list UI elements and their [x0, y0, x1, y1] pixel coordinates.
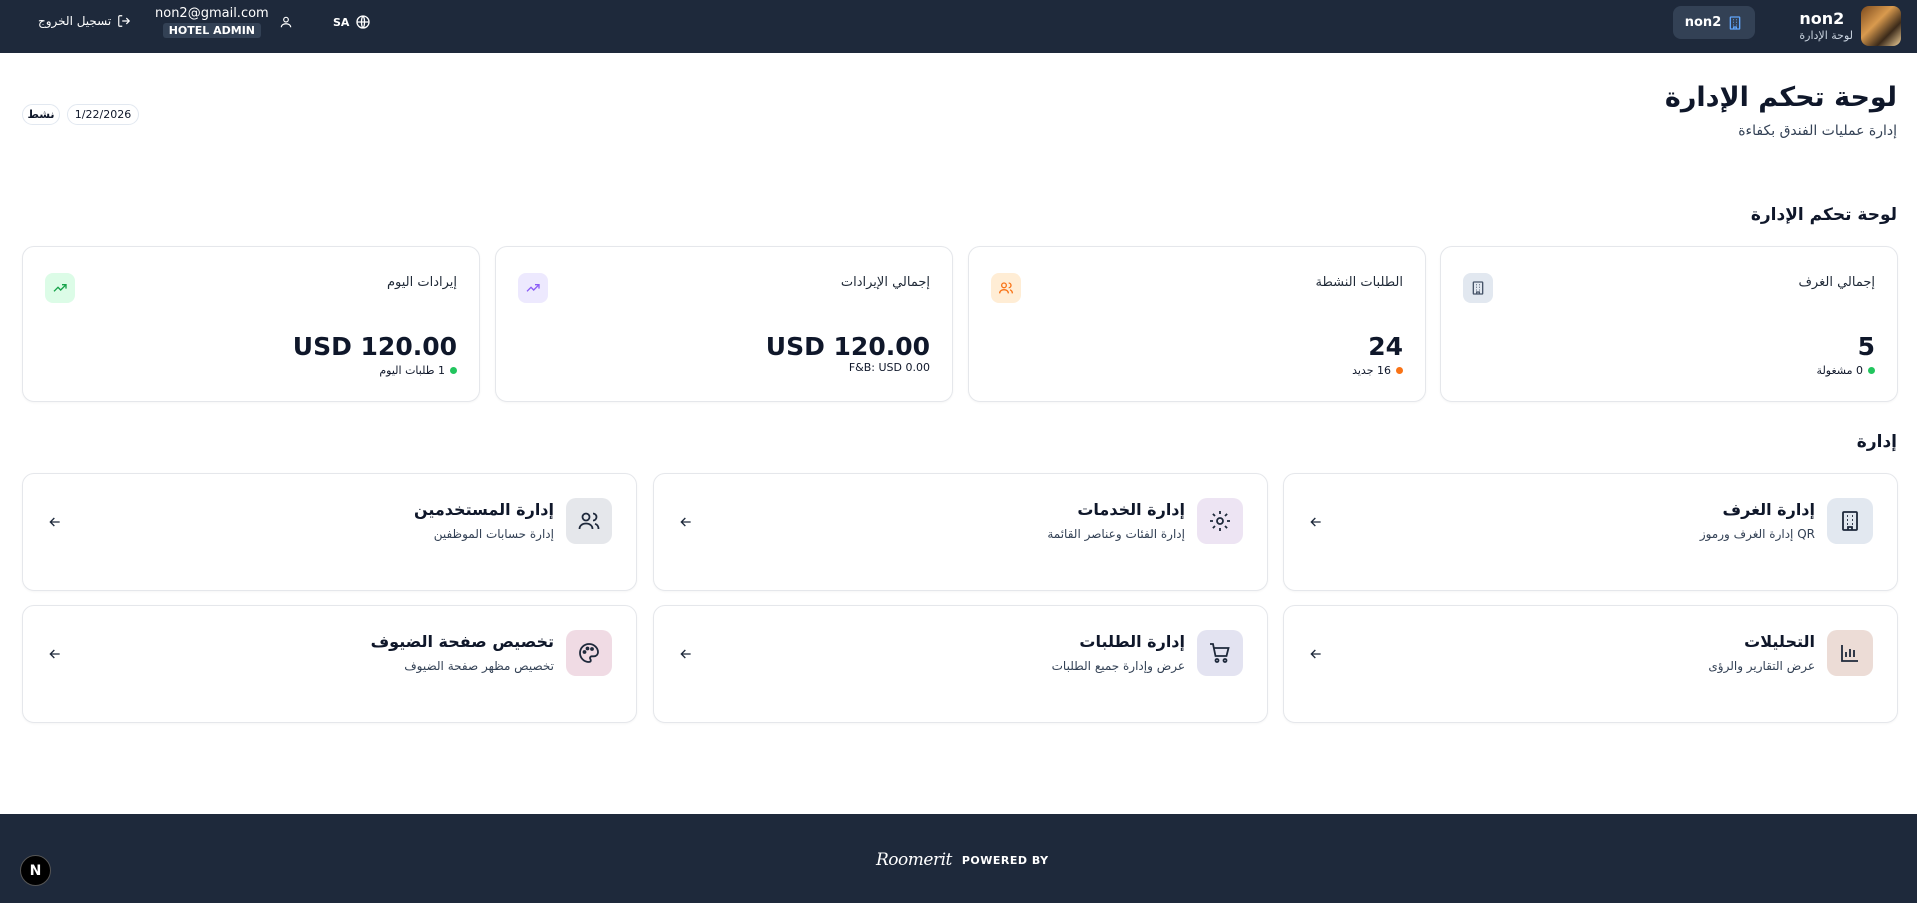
manage-services-card[interactable]: إدارة الخدمات إدارة الفئات وعناصر القائم…: [653, 473, 1268, 591]
dev-tools-badge[interactable]: N: [20, 855, 51, 886]
building-icon: [1463, 273, 1493, 303]
stat-label: إيرادات اليوم: [386, 275, 457, 290]
logout-label: تسجيل الخروج: [38, 14, 112, 28]
stat-subtext: 0 مشغولة: [1817, 364, 1875, 377]
stat-value: USD 120.00: [292, 332, 457, 361]
stat-value: 24: [1368, 332, 1403, 361]
stat-card-total-revenue: إجمالي الإيرادات USD 120.00 F&B: USD 0.0…: [495, 246, 953, 402]
hotel-switch-button[interactable]: non2: [1673, 6, 1755, 39]
card-description: عرض التقارير والرؤى: [1708, 659, 1815, 673]
palette-icon: [566, 630, 612, 676]
cart-icon: [1197, 630, 1243, 676]
stat-card-total-rooms: إجمالي الغرف 5 0 مشغولة: [1440, 246, 1898, 402]
stat-subtext-label: 0 مشغولة: [1816, 364, 1863, 377]
card-title: إدارة الخدمات: [1077, 500, 1185, 519]
stat-card-today-revenue: إيرادات اليوم USD 120.00 1 طلبات اليوم: [22, 246, 480, 402]
card-description: إدارة الفئات وعناصر القائمة: [1047, 527, 1185, 541]
stats-section-title: لوحة تحكم الإدارة: [1750, 205, 1897, 225]
trend-icon: [45, 273, 75, 303]
card-title: إدارة المستخدمين: [413, 500, 554, 519]
hotel-logo: [1861, 6, 1901, 46]
guest-page-customization-card[interactable]: تخصيص صفحة الضيوف تخصيص مظهر صفحة الضيوف: [22, 605, 637, 723]
user-role-badge: HOTEL ADMIN: [162, 23, 262, 38]
brand-subtitle: لوحة الإدارة: [1799, 29, 1853, 42]
analytics-card[interactable]: التحليلات عرض التقارير والرؤى: [1283, 605, 1898, 723]
card-title: تخصيص صفحة الضيوف: [370, 632, 554, 651]
status-dot: [450, 367, 457, 374]
stat-label: إجمالي الغرف: [1798, 275, 1875, 290]
stat-subtext: 16 جديد: [1352, 364, 1403, 377]
gear-icon: [1197, 498, 1243, 544]
trend-icon: [518, 273, 548, 303]
card-title: إدارة الطلبات: [1079, 632, 1185, 651]
user-email: non2@gmail.com: [155, 6, 269, 21]
management-section-title: إدارة: [1856, 432, 1897, 452]
bar-chart-icon: [1827, 630, 1873, 676]
stat-subtext-label: 16 جديد: [1352, 364, 1391, 377]
stat-subtext-label: 1 طلبات اليوم: [379, 364, 445, 377]
card-description: عرض وإدارة جميع الطلبات: [1051, 659, 1185, 673]
language-code: SA: [333, 15, 350, 29]
stat-subtext-label: F&B: USD 0.00: [848, 361, 930, 374]
arrow-left-icon: [1310, 517, 1321, 527]
card-description: تخصيص مظهر صفحة الضيوف: [404, 659, 554, 673]
card-title: إدارة الغرف: [1722, 500, 1815, 519]
users-icon: [566, 498, 612, 544]
building-icon: [1827, 498, 1873, 544]
page-title: لوحة تحكم الإدارة: [1664, 82, 1897, 113]
date-badge: 1/22/2026: [67, 104, 139, 125]
language-selector[interactable]: SA: [333, 14, 371, 30]
users-icon: [991, 273, 1021, 303]
manage-rooms-card[interactable]: إدارة الغرف إدارة الغرف ورموز QR: [1283, 473, 1898, 591]
stat-card-active-orders: الطلبات النشطة 24 16 جديد: [968, 246, 1426, 402]
user-menu[interactable]: non2@gmail.com HOTEL ADMIN: [155, 6, 293, 38]
footer-logo[interactable]: Roomerit: [876, 850, 952, 870]
card-description: إدارة حسابات الموظفين: [433, 527, 554, 541]
arrow-left-icon: [680, 517, 691, 527]
stat-value: USD 120.00: [765, 332, 930, 361]
stat-value: 5: [1857, 332, 1875, 361]
powered-by-label: POWERED BY: [961, 853, 1049, 867]
logout-button[interactable]: تسجيل الخروج: [38, 14, 131, 28]
user-icon: [280, 16, 291, 28]
footer: Roomerit POWERED BY: [0, 814, 1917, 903]
card-title: التحليلات: [1744, 632, 1815, 651]
status-dot: [1396, 367, 1403, 374]
stat-label: الطلبات النشطة: [1315, 275, 1403, 290]
brand-name: non2: [1799, 9, 1845, 28]
status-dot: [1868, 367, 1875, 374]
logout-icon: [118, 15, 131, 27]
top-bar: non2 لوحة الإدارة non2 SA non2@gmail.com…: [0, 0, 1917, 53]
arrow-left-icon: [1310, 649, 1321, 659]
brand[interactable]: non2 لوحة الإدارة: [1799, 6, 1901, 46]
stat-label: إجمالي الإيرادات: [840, 275, 930, 290]
building-icon: [1729, 15, 1741, 30]
hotel-button-label: non2: [1684, 15, 1722, 30]
stat-subtext: 1 طلبات اليوم: [379, 364, 457, 377]
status-badge: نشط: [22, 104, 60, 125]
manage-users-card[interactable]: إدارة المستخدمين إدارة حسابات الموظفين: [22, 473, 637, 591]
globe-icon: [356, 15, 371, 29]
manage-orders-card[interactable]: إدارة الطلبات عرض وإدارة جميع الطلبات: [653, 605, 1268, 723]
arrow-left-icon: [49, 649, 60, 659]
page-subtitle: إدارة عمليات الفندق بكفاءة: [1738, 123, 1897, 139]
arrow-left-icon: [680, 649, 691, 659]
card-description: إدارة الغرف ورموز QR: [1699, 527, 1815, 541]
arrow-left-icon: [49, 517, 60, 527]
stat-subtext: F&B: USD 0.00: [849, 361, 930, 374]
